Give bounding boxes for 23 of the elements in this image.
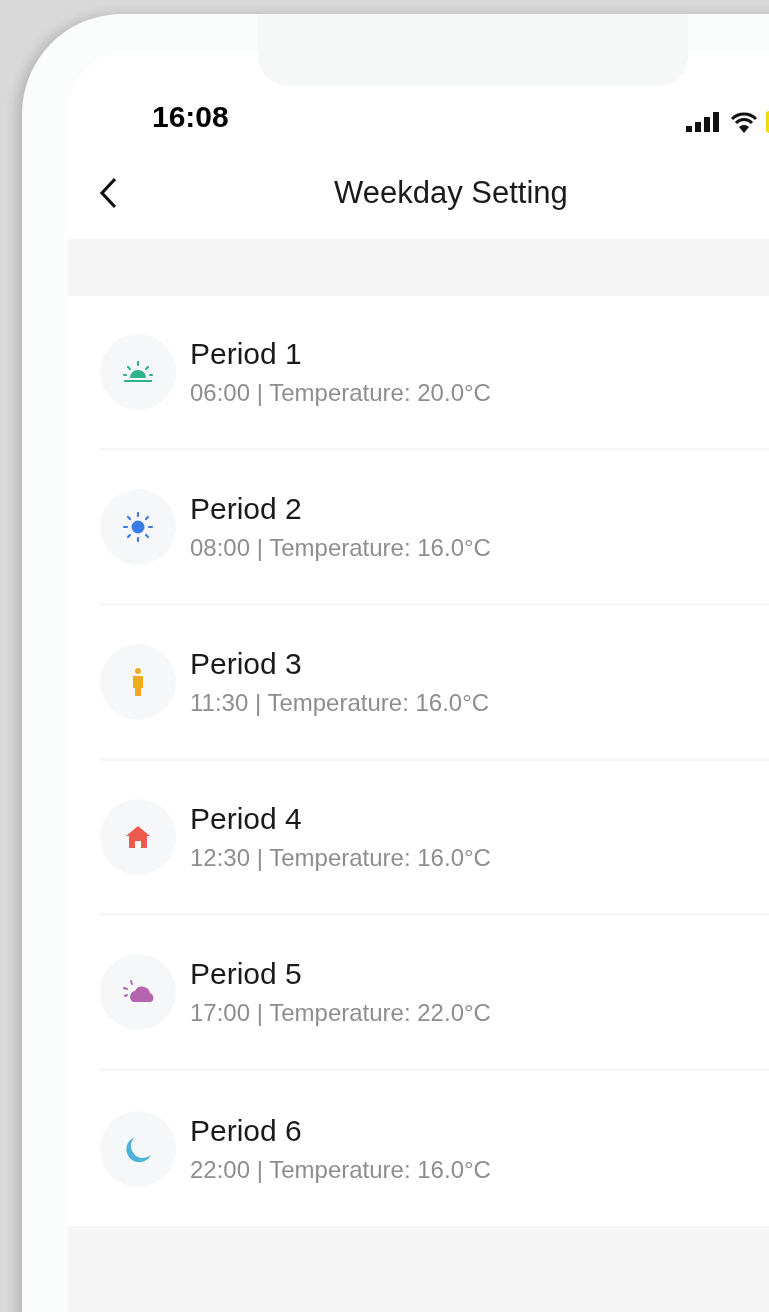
period-detail: 08:00 | Temperature: 16.0°C xyxy=(190,533,491,563)
period-name: Period 6 xyxy=(190,1112,303,1149)
period-name: Period 2 xyxy=(190,491,303,527)
back-icon[interactable] xyxy=(98,176,118,210)
status-time: 16:08 xyxy=(152,99,229,135)
period-row[interactable]: Period 3 11:30 | Temperature: 16.0°C xyxy=(100,606,769,761)
period-name: Period 1 xyxy=(190,336,303,372)
signal-icon xyxy=(686,112,722,132)
period-row[interactable]: Period 2 08:00 | Temperature: 16.0°C xyxy=(100,451,769,606)
period-row[interactable]: Period 5 17:00 | Temperature: 22.0°C xyxy=(100,916,769,1071)
period-detail: 12:30 | Temperature: 16.0°C xyxy=(190,843,491,873)
period-name: Period 5 xyxy=(190,956,303,992)
period-detail: 06:00 | Temperature: 20.0°C xyxy=(190,378,491,408)
period-detail: 11:30 | Temperature: 16.0°C xyxy=(190,688,490,718)
page-title: Weekday Setting xyxy=(334,173,568,212)
period-name: Period 4 xyxy=(190,801,303,837)
wifi-icon xyxy=(730,111,758,133)
period-detail: 17:00 | Temperature: 22.0°C xyxy=(190,998,491,1028)
period-row[interactable]: Period 1 06:00 | Temperature: 20.0°C xyxy=(100,296,769,451)
period-detail: 22:00 | Temperature: 16.0°C xyxy=(190,1154,491,1185)
period-row[interactable]: Period 6 22:00 | Temperature: 16.0°C xyxy=(100,1071,769,1226)
period-name: Period 3 xyxy=(190,646,303,682)
period-row[interactable]: Period 4 12:30 | Temperature: 16.0°C xyxy=(100,761,769,916)
